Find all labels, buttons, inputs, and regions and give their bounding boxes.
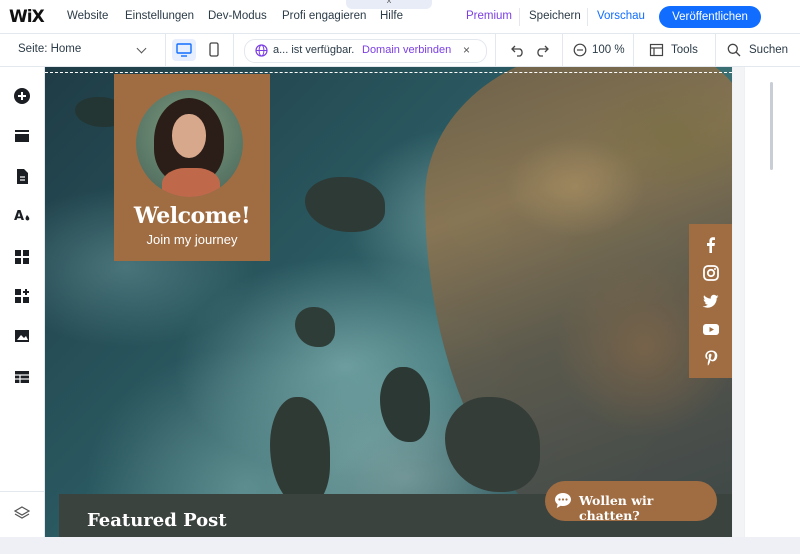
search-button[interactable]: Suchen	[749, 44, 788, 56]
facebook-icon[interactable]	[702, 236, 720, 254]
background-rock	[305, 177, 385, 232]
youtube-icon[interactable]	[702, 320, 720, 338]
chat-button[interactable]: Wollen wir chatten?	[545, 481, 717, 523]
domain-banner: a... ist verfügbar. Domain verbinden ×	[244, 39, 487, 63]
media-icon[interactable]	[14, 329, 30, 343]
globe-icon	[255, 44, 268, 57]
save-button[interactable]: Speichern	[529, 10, 581, 22]
menu-website[interactable]: Website	[67, 10, 108, 22]
featured-post-title: Featured Post	[87, 510, 227, 531]
divider	[587, 8, 588, 26]
add-icon[interactable]	[14, 88, 30, 104]
close-icon[interactable]: ×	[463, 43, 470, 57]
redo-icon[interactable]	[534, 43, 550, 57]
profile-photo[interactable]	[136, 90, 243, 197]
preview-button[interactable]: Vorschau	[597, 10, 645, 22]
menu-dev-mode[interactable]: Dev-Modus	[208, 10, 267, 22]
tools-button[interactable]: Tools	[671, 44, 698, 56]
divider	[519, 8, 520, 26]
layers-icon[interactable]	[14, 505, 30, 521]
collapse-topbar-button[interactable]: ^	[346, 0, 432, 9]
divider	[715, 34, 716, 66]
mobile-view-button[interactable]	[205, 39, 223, 61]
sections-icon[interactable]	[14, 129, 30, 143]
scrollbar-thumb[interactable]	[770, 82, 773, 170]
divider	[0, 491, 44, 492]
divider	[495, 34, 496, 66]
cms-icon[interactable]	[14, 370, 30, 384]
divider	[633, 34, 634, 66]
mobile-icon	[209, 42, 219, 57]
menu-settings[interactable]: Einstellungen	[125, 10, 194, 22]
pages-icon[interactable]	[14, 168, 30, 185]
domain-availability-text: a... ist verfügbar.	[273, 44, 355, 56]
background-rock	[270, 397, 330, 507]
canvas-scrollbar-track[interactable]	[733, 67, 744, 537]
svg-text:A: A	[14, 209, 24, 224]
zoom-level[interactable]: 100 %	[592, 44, 625, 56]
design-icon[interactable]: A	[14, 208, 32, 224]
tools-icon[interactable]	[649, 43, 664, 57]
instagram-icon[interactable]	[702, 264, 720, 282]
twitter-icon[interactable]	[702, 292, 720, 310]
welcome-card[interactable]: Welcome! Join my journey	[114, 74, 270, 261]
top-bar: WiX ^ Website Einstellungen Dev-Modus Pr…	[0, 0, 800, 34]
add-apps-icon[interactable]	[14, 288, 30, 304]
background-rock	[445, 397, 540, 492]
connect-domain-link[interactable]: Domain verbinden	[362, 44, 451, 56]
left-panel: A	[0, 67, 45, 537]
pinterest-icon[interactable]	[702, 349, 720, 367]
background-rock	[380, 367, 430, 442]
desktop-icon	[176, 43, 192, 57]
editor-toolbar: Seite: Home a... ist verfügbar. Domain v…	[0, 34, 800, 67]
desktop-view-button[interactable]	[172, 39, 196, 61]
search-icon[interactable]	[727, 43, 741, 57]
chat-label: Wollen wir chatten?	[579, 493, 654, 523]
divider	[165, 34, 166, 66]
divider	[562, 34, 563, 66]
wix-logo[interactable]: WiX	[9, 7, 45, 27]
apps-icon[interactable]	[14, 249, 30, 265]
divider	[233, 34, 234, 66]
page-selector[interactable]: Seite: Home	[18, 43, 81, 55]
background-rock	[295, 307, 335, 347]
welcome-subtitle: Join my journey	[146, 232, 238, 247]
chat-bubble-icon	[555, 493, 571, 508]
welcome-title: Welcome!	[133, 203, 251, 229]
bottom-strip	[0, 537, 800, 554]
undo-icon[interactable]	[510, 43, 526, 57]
chevron-down-icon[interactable]	[136, 43, 147, 54]
publish-button[interactable]: Veröffentlichen	[659, 6, 761, 28]
header-boundary-line	[45, 72, 732, 73]
zoom-out-icon[interactable]	[573, 43, 587, 57]
menu-help[interactable]: Hilfe	[380, 10, 403, 22]
menu-hire-pro[interactable]: Profi engagieren	[282, 10, 366, 22]
social-bar	[689, 224, 732, 378]
premium-link[interactable]: Premium	[466, 10, 512, 22]
